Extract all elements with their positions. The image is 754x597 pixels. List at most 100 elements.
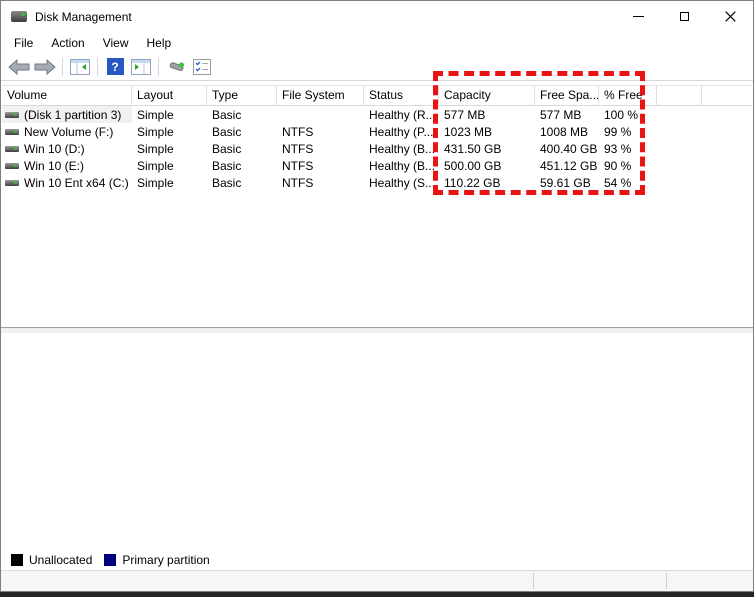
volume-layout: Simple (132, 159, 207, 173)
volume-type: Basic (207, 159, 277, 173)
volume-layout: Simple (132, 142, 207, 156)
volume-layout: Simple (132, 108, 207, 122)
show-console-tree-button[interactable] (67, 55, 93, 79)
volume-name: (Disk 1 partition 3) (24, 108, 121, 122)
column-header-capacity[interactable]: Capacity (439, 86, 535, 105)
volume-status: Healthy (S... (364, 176, 439, 190)
volume-name: Win 10 Ent x64 (C:) (24, 176, 129, 190)
menu-file[interactable]: File (5, 34, 42, 52)
status-separator (666, 573, 667, 589)
console-tree-icon (70, 59, 90, 75)
column-header-status[interactable]: Status (364, 86, 439, 105)
column-header-type[interactable]: Type (207, 86, 277, 105)
volume-type: Basic (207, 108, 277, 122)
table-row[interactable]: Win 10 Ent x64 (C:) Simple Basic NTFS He… (2, 174, 752, 191)
volume-capacity: 577 MB (439, 108, 535, 122)
volume-status: Healthy (P... (364, 125, 439, 139)
toolbar-separator (97, 58, 98, 76)
background-strip (0, 592, 754, 597)
help-button[interactable] (102, 55, 128, 79)
volume-free-space: 577 MB (535, 108, 599, 122)
table-row[interactable]: (Disk 1 partition 3) Simple Basic Health… (2, 106, 752, 123)
window-title: Disk Management (35, 10, 132, 24)
caption-buttons (615, 1, 753, 32)
volume-name: Win 10 (E:) (24, 159, 84, 173)
checklist-button[interactable] (189, 55, 215, 79)
help-icon (107, 58, 124, 75)
volume-percent-free: 93 % (599, 142, 657, 156)
graphical-view: Disk 0 Basic 931.50 GB Online Win 10 (D:… (2, 333, 752, 550)
disk-tool-icon (166, 59, 186, 75)
back-icon (8, 59, 30, 75)
volume-table-header: Volume Layout Type File System Status Ca… (2, 85, 752, 106)
maximize-icon (680, 12, 689, 21)
back-button[interactable] (6, 55, 32, 79)
volume-file-system: NTFS (277, 159, 364, 173)
table-row[interactable]: New Volume (F:) Simple Basic NTFS Health… (2, 123, 752, 140)
volume-percent-free: 100 % (599, 108, 657, 122)
disk-tool-button[interactable] (163, 55, 189, 79)
volume-file-system: NTFS (277, 125, 364, 139)
menu-view[interactable]: View (94, 34, 138, 52)
close-icon (725, 11, 736, 22)
minimize-button[interactable] (615, 1, 661, 32)
legend: Unallocated Primary partition (2, 550, 752, 571)
volume-percent-free: 90 % (599, 159, 657, 173)
column-header-empty (657, 86, 702, 105)
column-header-file-system[interactable]: File System (277, 86, 364, 105)
menu-help[interactable]: Help (138, 34, 181, 52)
volume-table: (Disk 1 partition 3) Simple Basic Health… (2, 106, 752, 191)
forward-button[interactable] (32, 55, 58, 79)
volume-icon (5, 146, 19, 152)
volume-free-space: 400.40 GB (535, 142, 599, 156)
column-header-filler (702, 86, 752, 105)
volume-icon (5, 163, 19, 169)
primary-partition-swatch (104, 554, 116, 566)
volume-status: Healthy (R... (364, 108, 439, 122)
volume-status: Healthy (B... (364, 159, 439, 173)
volume-type: Basic (207, 125, 277, 139)
volume-status: Healthy (B... (364, 142, 439, 156)
volume-type: Basic (207, 142, 277, 156)
volume-capacity: 110.22 GB (439, 176, 535, 190)
toolbar-separator (158, 58, 159, 76)
screen: Disk Management File Action View Help (0, 0, 754, 597)
column-header-free-space[interactable]: Free Spa... (535, 86, 599, 105)
action-pane-icon (131, 59, 151, 75)
column-header-layout[interactable]: Layout (132, 86, 207, 105)
volume-icon (5, 112, 19, 118)
volume-free-space: 59.61 GB (535, 176, 599, 190)
volume-layout: Simple (132, 125, 207, 139)
disk-management-app-icon (11, 11, 27, 22)
menu-bar: File Action View Help (1, 32, 753, 53)
legend-primary-partition-label: Primary partition (122, 553, 209, 567)
volume-capacity: 500.00 GB (439, 159, 535, 173)
forward-icon (34, 59, 56, 75)
volume-free-space: 451.12 GB (535, 159, 599, 173)
volume-name: Win 10 (D:) (24, 142, 85, 156)
volume-capacity: 431.50 GB (439, 142, 535, 156)
volume-file-system: NTFS (277, 142, 364, 156)
table-row[interactable]: Win 10 (E:) Simple Basic NTFS Healthy (B… (2, 157, 752, 174)
toolbar (1, 53, 753, 81)
volume-name: New Volume (F:) (24, 125, 113, 139)
status-bar (1, 570, 753, 591)
show-action-pane-button[interactable] (128, 55, 154, 79)
close-button[interactable] (707, 1, 753, 32)
minimize-icon (633, 16, 644, 17)
maximize-button[interactable] (661, 1, 707, 32)
volume-icon (5, 180, 19, 186)
volume-percent-free: 99 % (599, 125, 657, 139)
table-row[interactable]: Win 10 (D:) Simple Basic NTFS Healthy (B… (2, 140, 752, 157)
volume-capacity: 1023 MB (439, 125, 535, 139)
menu-action[interactable]: Action (42, 34, 93, 52)
volume-layout: Simple (132, 176, 207, 190)
title-bar: Disk Management (1, 1, 753, 32)
status-separator (533, 573, 534, 589)
volume-free-space: 1008 MB (535, 125, 599, 139)
volume-type: Basic (207, 176, 277, 190)
unallocated-swatch (11, 554, 23, 566)
volume-file-system: NTFS (277, 176, 364, 190)
column-header-percent-free[interactable]: % Free (599, 86, 657, 105)
column-header-volume[interactable]: Volume (2, 86, 132, 105)
